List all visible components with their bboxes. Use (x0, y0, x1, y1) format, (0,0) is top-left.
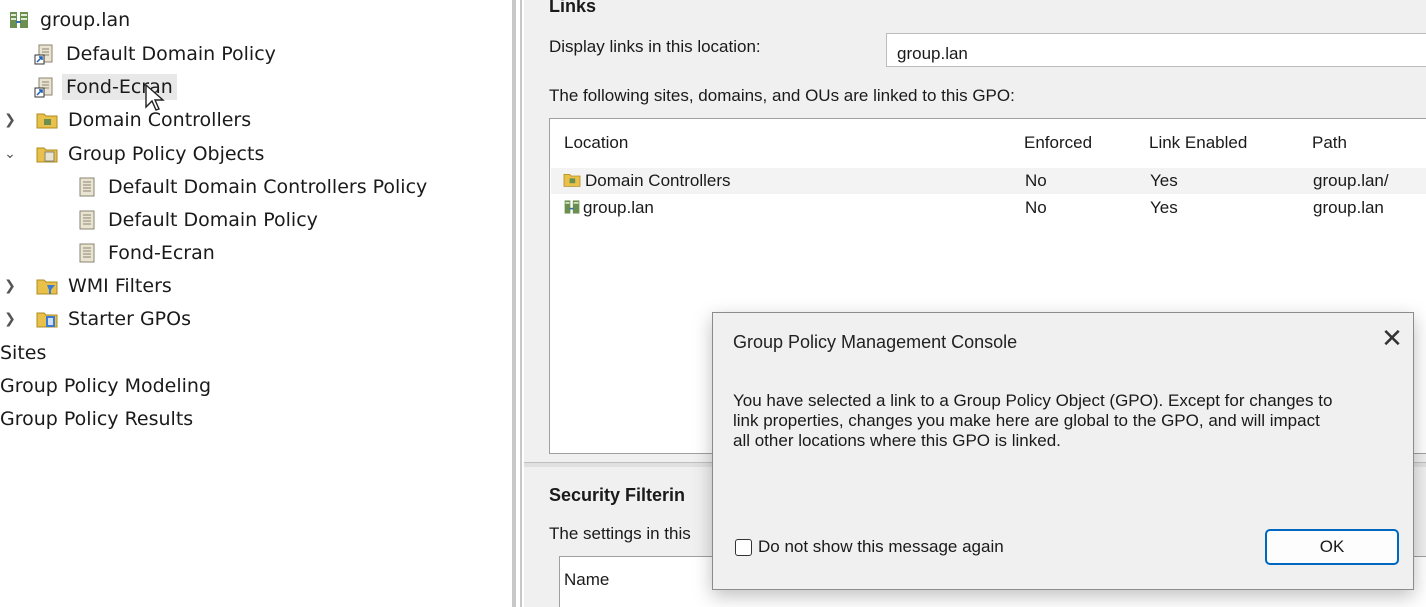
chevron-right-icon[interactable]: ❯ (2, 105, 18, 135)
chevron-down-icon[interactable]: ⌄ (2, 139, 18, 169)
tree-item-default-dc-policy[interactable]: Default Domain Controllers Policy (76, 172, 431, 202)
tree-item-label: Default Domain Policy (66, 43, 276, 65)
ok-button[interactable]: OK (1265, 529, 1399, 565)
tree-item-label: Starter GPOs (68, 308, 191, 330)
column-header-name[interactable]: Name (564, 570, 609, 590)
pane-border (520, 0, 522, 607)
domain-icon (564, 200, 580, 214)
do-not-show-again-checkbox[interactable]: Do not show this message again (735, 537, 1004, 557)
security-filtering-description: The settings in this (549, 524, 691, 543)
column-header-enforced[interactable]: Enforced (1024, 133, 1092, 153)
checkbox-box[interactable] (735, 538, 752, 556)
chevron-right-icon[interactable]: ❯ (2, 304, 18, 334)
dialog-message: You have selected a link to a Group Poli… (733, 391, 1333, 450)
tree-item-default-domain-policy-link[interactable]: Default Domain Policy (34, 39, 280, 69)
tree-item-sites[interactable]: Sites (0, 338, 50, 368)
row-enforced: No (1025, 171, 1047, 190)
gpo-icon (76, 176, 98, 198)
gpo-icon (76, 242, 98, 264)
tree-item-starter-gpos[interactable]: Starter GPOs (36, 304, 195, 334)
location-dropdown[interactable]: group.lan (886, 33, 1426, 67)
links-description: The following sites, domains, and OUs ar… (549, 86, 1015, 105)
dialog-title: Group Policy Management Console (733, 332, 1018, 352)
gpo-icon (76, 209, 98, 231)
table-row[interactable]: group.lan No Yes group.lan (551, 195, 1426, 221)
tree-item-label: Fond-Ecran (108, 242, 215, 264)
security-filtering-title: Security Filterin (549, 485, 686, 505)
tree-item-domain[interactable]: group.lan (8, 5, 134, 35)
tree-item-label: Group Policy Results (0, 408, 194, 430)
row-enforced: No (1025, 198, 1047, 217)
row-path: group.lan/ (1313, 171, 1389, 190)
tree-item-fond-ecran[interactable]: Fond-Ecran (76, 238, 219, 268)
wmi-folder-icon (36, 275, 58, 297)
gpmc-warning-dialog: Group Policy Management Console ✕ You ha… (712, 312, 1414, 590)
row-location: group.lan (563, 198, 654, 218)
tree-item-label: WMI Filters (68, 275, 172, 297)
tree-item-default-domain-policy[interactable]: Default Domain Policy (76, 205, 322, 235)
pane-splitter[interactable] (512, 0, 516, 607)
tree-item-results[interactable]: Group Policy Results (0, 404, 197, 434)
ou-folder-icon (36, 109, 58, 131)
tree-item-label: Default Domain Policy (108, 209, 318, 231)
tree-item-label: Group Policy Objects (68, 143, 265, 165)
display-links-label: Display links in this location: (549, 37, 761, 56)
tree-item-wmi-filters[interactable]: WMI Filters (36, 271, 176, 301)
gpo-link-icon (34, 43, 56, 65)
ou-folder-icon (563, 174, 581, 187)
column-header-link-enabled[interactable]: Link Enabled (1149, 133, 1247, 153)
row-location: Domain Controllers (563, 171, 731, 191)
domain-icon (8, 9, 30, 31)
row-path: group.lan (1313, 198, 1384, 217)
tree-item-label: group.lan (40, 9, 131, 31)
checkbox-label: Do not show this message again (758, 537, 1004, 556)
close-icon[interactable]: ✕ (1377, 323, 1407, 353)
links-section-title: Links (549, 0, 597, 16)
tree-item-label: Group Policy Modeling (0, 375, 212, 397)
tree-item-modeling[interactable]: Group Policy Modeling (0, 371, 215, 401)
gpo-link-icon (34, 76, 56, 98)
row-link-enabled: Yes (1150, 171, 1178, 190)
tree-item-group-policy-objects[interactable]: Group Policy Objects (36, 139, 268, 169)
gpo-folder-icon (36, 143, 58, 165)
table-row[interactable]: Domain Controllers No Yes group.lan/ (551, 168, 1426, 194)
row-link-enabled: Yes (1150, 198, 1178, 217)
row-location-text: Domain Controllers (585, 171, 731, 190)
column-header-path[interactable]: Path (1312, 133, 1347, 153)
column-header-location[interactable]: Location (564, 133, 628, 153)
mouse-cursor-icon (145, 83, 165, 111)
row-location-text: group.lan (583, 198, 654, 217)
console-tree: group.lan Default Domain Policy Fond-Ecr… (0, 0, 510, 607)
chevron-right-icon[interactable]: ❯ (2, 271, 18, 301)
location-value: group.lan (897, 44, 968, 63)
tree-item-label: Default Domain Controllers Policy (108, 176, 428, 198)
tree-item-label: Sites (0, 342, 47, 364)
starter-gpo-folder-icon (36, 308, 58, 330)
